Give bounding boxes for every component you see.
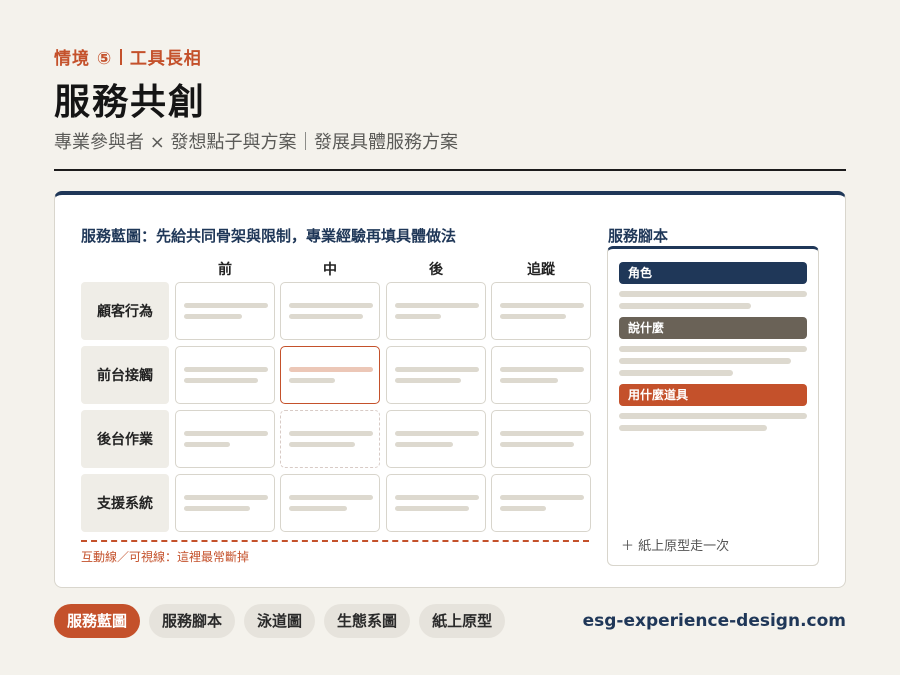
section-eyebrow: 情境 ⑤ 工具長相 (54, 44, 202, 69)
placeholder-line (619, 346, 807, 352)
tab-service-blueprint[interactable]: 服務藍圖 (54, 604, 141, 638)
subtitle-left: 專業參與者 × 發想點子與方案 (54, 132, 297, 153)
blueprint-cell[interactable] (491, 474, 591, 532)
script-tag-props: 用什麼道具 (619, 384, 807, 406)
blueprint-cell[interactable] (175, 346, 275, 404)
tab-swimlane[interactable]: 泳道圖 (244, 604, 316, 638)
blueprint-cell[interactable] (280, 282, 380, 340)
paper-prototype-walkthrough[interactable]: ＋ 紙上原型走一次 (621, 535, 729, 554)
blueprint-cell[interactable] (386, 346, 486, 404)
main-panel: 服務藍圖：先給共同骨架與限制，專業經驗再填具體做法 前 中 後 追蹤 顧客行為 … (54, 191, 846, 588)
placeholder-line (619, 425, 767, 431)
subtitle-divider (304, 132, 307, 150)
blueprint-cell[interactable] (386, 474, 486, 532)
subtitle-right: 發展具體服務方案 (314, 132, 459, 153)
tool-label: 工具長相 (129, 49, 202, 69)
tab-paper-prototype[interactable]: 紙上原型 (419, 604, 506, 638)
blueprint-cell[interactable] (386, 282, 486, 340)
row-label-frontstage: 前台接觸 (81, 346, 169, 404)
scenario-label: 情境 ⑤ (54, 49, 113, 69)
blueprint-cell[interactable] (175, 474, 275, 532)
blueprint-cell[interactable] (175, 410, 275, 468)
row-label-customer-actions: 顧客行為 (81, 282, 169, 340)
blueprint-cell[interactable] (280, 474, 380, 532)
header-rule (54, 169, 846, 171)
line-of-interaction (81, 540, 589, 542)
column-header-before: 前 (218, 262, 232, 278)
blueprint-cell[interactable] (175, 282, 275, 340)
blueprint-cell[interactable] (491, 410, 591, 468)
site-url: esg-experience-design.com (582, 611, 846, 631)
placeholder-line (619, 303, 751, 309)
interaction-line-note: 互動線／可視線：這裡最常斷掉 (81, 550, 250, 564)
placeholder-line (619, 291, 807, 297)
script-tag-what-to-say: 說什麼 (619, 317, 807, 339)
placeholder-line (619, 358, 791, 364)
script-title: 服務腳本 (608, 227, 669, 245)
blueprint-cell[interactable] (491, 282, 591, 340)
column-header-during: 中 (323, 262, 337, 278)
column-header-after: 後 (429, 262, 443, 278)
blueprint-cell-highlighted[interactable] (280, 346, 380, 404)
blueprint-cell[interactable] (386, 410, 486, 468)
blueprint-cell[interactable] (491, 346, 591, 404)
row-label-backstage: 後台作業 (81, 410, 169, 468)
column-header-followup: 追蹤 (527, 262, 555, 278)
blueprint-cell-dashed[interactable] (280, 410, 380, 468)
blueprint-title: 服務藍圖：先給共同骨架與限制，專業經驗再填具體做法 (81, 227, 457, 245)
page-subtitle: 專業參與者 × 發想點子與方案 發展具體服務方案 (54, 128, 458, 154)
tab-service-script[interactable]: 服務腳本 (149, 604, 236, 638)
placeholder-line (619, 370, 733, 376)
page-title: 服務共創 (54, 82, 207, 123)
tab-ecosystem-map[interactable]: 生態系圖 (324, 604, 411, 638)
tool-tabs: 服務藍圖 服務腳本 泳道圖 生態系圖 紙上原型 (54, 604, 506, 638)
script-card: 角色 說什麼 用什麼道具 ＋ 紙上原型走一次 (607, 246, 819, 566)
script-tag-role: 角色 (619, 262, 807, 284)
placeholder-line (619, 413, 807, 419)
row-label-support-systems: 支援系統 (81, 474, 169, 532)
eyebrow-divider (120, 48, 122, 65)
